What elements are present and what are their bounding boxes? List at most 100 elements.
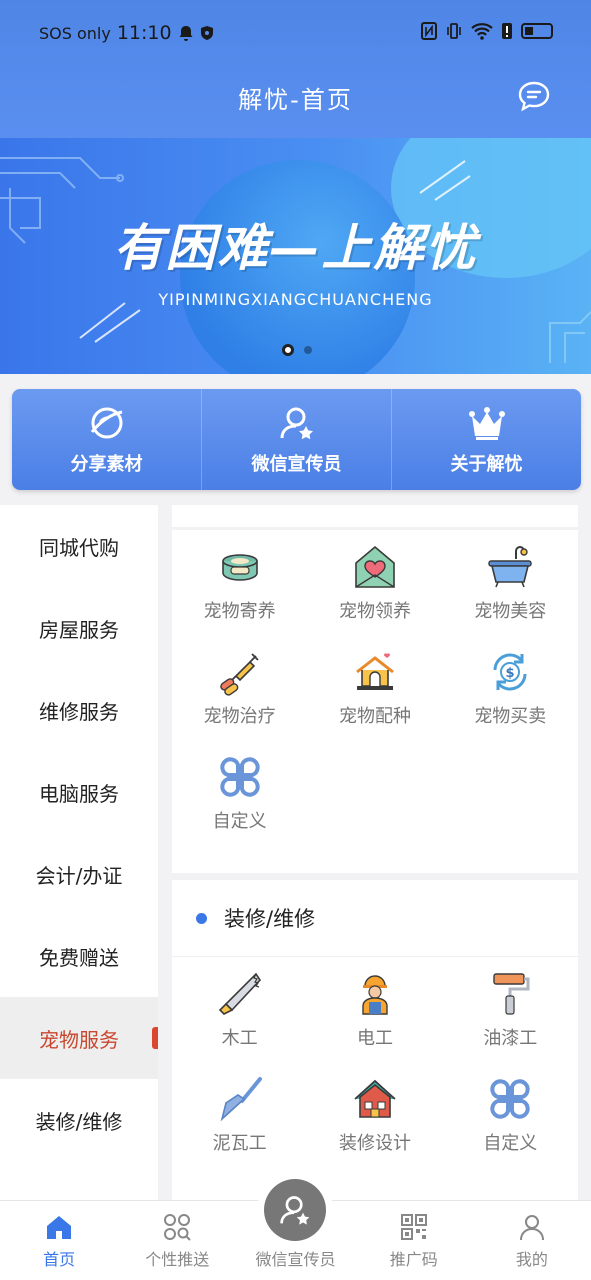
- nav-home[interactable]: 首页: [0, 1201, 118, 1280]
- promo-banner[interactable]: 有困难—上解忧 YIPINMINGXIANGCHUANCHENG: [0, 138, 591, 374]
- sidebar-item-repair[interactable]: 维修服务: [0, 669, 158, 751]
- user-star-icon: [280, 407, 313, 439]
- pet-services-panel: 宠物寄养 宠物领养 宠物美容 宠物治疗 宠物配种 $ 宠物买卖 自定义: [172, 530, 578, 873]
- about-button[interactable]: 关于解忧: [392, 389, 581, 490]
- pet-boarding-item[interactable]: 宠物寄养: [172, 530, 307, 635]
- paint-roller-icon: [493, 972, 530, 1015]
- sidebar-item-decoration[interactable]: 装修/维修: [0, 1079, 158, 1161]
- pet-bowl-icon: [221, 553, 258, 581]
- promoter-fab-inner: [264, 1179, 326, 1241]
- section-header: 装修/维修: [172, 880, 578, 957]
- category-sidebar: 同城代购 房屋服务 维修服务 电脑服务 会计/办证 免费赠送 宠物服务 装修/维…: [0, 505, 158, 1200]
- qrcode-icon: [400, 1214, 427, 1240]
- item-label: 宠物配种: [338, 705, 411, 727]
- clover-grid-icon: [490, 1078, 530, 1119]
- pet-trade-item[interactable]: $ 宠物买卖: [443, 635, 578, 740]
- nav-label: 个性推送: [145, 1250, 210, 1269]
- quick-label: 分享素材: [70, 453, 143, 475]
- nav-push[interactable]: 个性推送: [118, 1201, 236, 1280]
- carousel-dot[interactable]: [304, 346, 312, 354]
- electrician-item[interactable]: 电工: [307, 957, 442, 1062]
- vibrate-icon: [447, 23, 461, 39]
- house-icon: [354, 1079, 396, 1118]
- decoration-panel: 装修/维修 木工 电工 油漆工 泥瓦工 装修设计 自定义: [172, 880, 578, 1200]
- bell-icon: [179, 26, 193, 41]
- message-icon[interactable]: [517, 80, 551, 112]
- carousel-dots[interactable]: [282, 344, 312, 356]
- status-time: 11:10: [116, 22, 172, 44]
- clover-grid-icon: [220, 756, 260, 797]
- pet-adoption-item[interactable]: 宠物领养: [307, 530, 442, 635]
- saw-icon: [218, 972, 261, 1015]
- quick-actions: 分享素材 微信宣传员 关于解忧: [12, 389, 581, 490]
- heart-house-icon: [355, 545, 395, 588]
- pet-custom-item[interactable]: 自定义: [172, 740, 307, 845]
- worker-icon: [362, 974, 388, 1015]
- shield-icon: [200, 26, 213, 40]
- sidebar-item-free[interactable]: 免费赠送: [0, 915, 158, 997]
- section-bullet: [196, 912, 207, 924]
- deco-custom-item[interactable]: 自定义: [443, 1062, 578, 1167]
- item-label: 宠物领养: [338, 600, 411, 622]
- section-title: 装修/维修: [224, 907, 316, 931]
- dollar-cycle-icon: $: [493, 653, 527, 690]
- decor-design-item[interactable]: 装修设计: [307, 1062, 442, 1167]
- sidebar-item-computer[interactable]: 电脑服务: [0, 751, 158, 833]
- item-label: 电工: [356, 1027, 393, 1049]
- item-label: 宠物治疗: [203, 705, 276, 727]
- app-header: SOS only 11:10 解忧-首页: [0, 0, 591, 138]
- item-label: 油漆工: [483, 1027, 538, 1049]
- share-material-button[interactable]: 分享素材: [12, 389, 202, 490]
- apps-search-icon: [164, 1214, 192, 1241]
- nav-mine[interactable]: 我的: [473, 1201, 591, 1280]
- pet-treatment-item[interactable]: 宠物治疗: [172, 635, 307, 740]
- sidebar-item-housing[interactable]: 房屋服务: [0, 587, 158, 669]
- status-bar: SOS only 11:10: [0, 0, 591, 66]
- banner-subtitle: YIPINMINGXIANGCHUANCHENG: [158, 290, 433, 309]
- page-title: 解忧-首页: [238, 86, 353, 114]
- item-label: 自定义: [483, 1132, 538, 1154]
- nfc-icon: [421, 22, 437, 40]
- planet-icon: [90, 407, 122, 438]
- nav-qrcode[interactable]: 推广码: [355, 1201, 473, 1280]
- bathtub-icon: [488, 545, 533, 587]
- person-icon: [519, 1215, 544, 1241]
- quick-label: 关于解忧: [450, 453, 523, 475]
- doghouse-icon: [356, 652, 394, 690]
- carrier-label: SOS only: [39, 23, 111, 43]
- item-label: 宠物寄养: [203, 600, 276, 622]
- nav-label: 微信宣传员: [255, 1250, 336, 1269]
- svg-text:$: $: [506, 666, 515, 681]
- mason-item[interactable]: 泥瓦工: [172, 1062, 307, 1167]
- home-icon: [47, 1216, 72, 1239]
- sidebar-item-accounting[interactable]: 会计/办证: [0, 833, 158, 915]
- quick-label: 微信宣传员: [251, 453, 342, 475]
- section-strip: [172, 505, 578, 527]
- wifi-icon: [471, 23, 493, 40]
- syringe-icon: [219, 652, 259, 696]
- pet-grooming-item[interactable]: 宠物美容: [443, 530, 578, 635]
- carousel-dot-active[interactable]: [282, 344, 294, 356]
- sidebar-item-pet[interactable]: 宠物服务: [0, 997, 158, 1079]
- battery-icon: [521, 23, 553, 39]
- promoter-fab[interactable]: [257, 1172, 333, 1248]
- nav-label: 首页: [43, 1250, 76, 1269]
- sidebar-item-purchase[interactable]: 同城代购: [0, 505, 158, 587]
- wechat-promoter-button[interactable]: 微信宣传员: [202, 389, 392, 490]
- carpenter-item[interactable]: 木工: [172, 957, 307, 1062]
- trowel-icon: [220, 1076, 262, 1121]
- user-star-icon: [280, 1196, 310, 1225]
- painter-item[interactable]: 油漆工: [443, 957, 578, 1062]
- banner-headline: 有困难—上解忧: [113, 219, 478, 277]
- item-label: 装修设计: [338, 1132, 411, 1154]
- item-label: 自定义: [212, 810, 267, 832]
- nav-label: 推广码: [389, 1250, 438, 1269]
- pet-breeding-item[interactable]: 宠物配种: [307, 635, 442, 740]
- item-label: 宠物买卖: [474, 705, 547, 727]
- alert-icon: [502, 23, 512, 39]
- crown-icon: [468, 406, 505, 440]
- item-label: 木工: [221, 1027, 258, 1049]
- nav-label: 我的: [515, 1250, 548, 1269]
- item-label: 宠物美容: [474, 600, 547, 622]
- item-label: 泥瓦工: [212, 1132, 267, 1154]
